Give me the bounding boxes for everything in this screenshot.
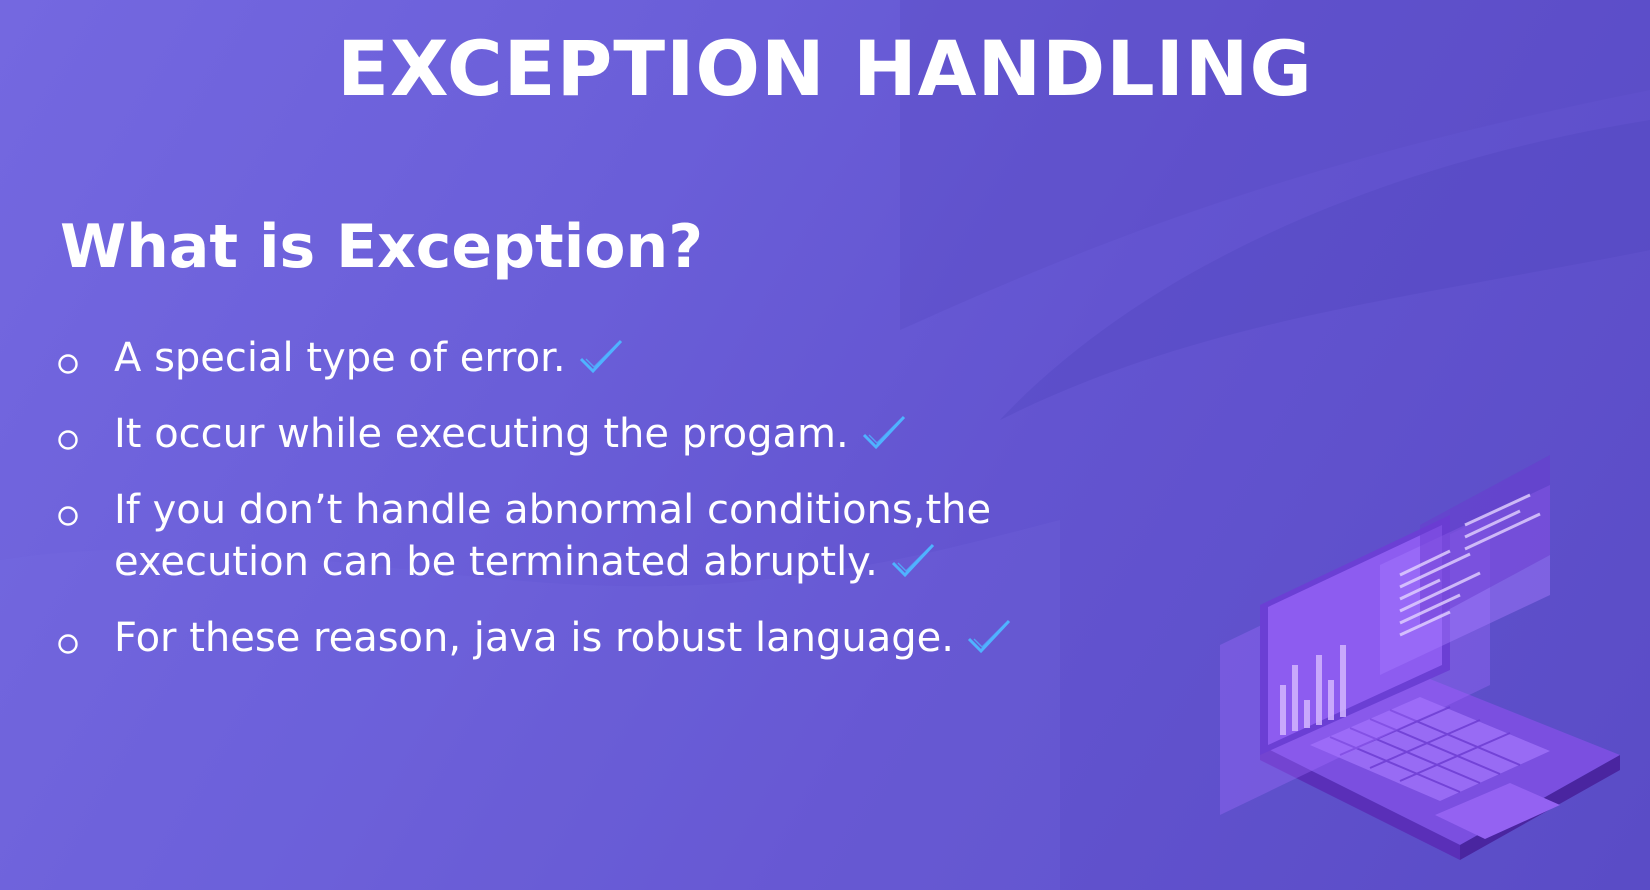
hollow-circle-icon	[58, 506, 78, 526]
bullet-list: A special type of error. It occur while …	[56, 332, 1012, 688]
hollow-circle-icon	[58, 634, 78, 654]
bullet-text: If you don’t handle abnormal conditions,…	[114, 487, 992, 585]
list-item: For these reason, java is robust languag…	[56, 612, 1012, 664]
hollow-circle-icon	[58, 430, 78, 450]
checkmark-icon	[967, 619, 1011, 654]
bullet-text: It occur while executing the progam.	[114, 411, 849, 457]
bullet-text: For these reason, java is robust languag…	[114, 615, 954, 661]
list-item: If you don’t handle abnormal conditions,…	[56, 484, 1012, 588]
laptop-illustration-icon	[1220, 455, 1620, 860]
checkmark-icon	[862, 415, 905, 450]
checkmark-icon	[891, 543, 934, 578]
checkmark-icon	[579, 339, 622, 374]
hollow-circle-icon	[58, 354, 78, 374]
slide-title: EXCEPTION HANDLING	[337, 24, 1313, 113]
bullet-text: A special type of error.	[114, 335, 566, 381]
list-item: A special type of error.	[56, 332, 1012, 384]
section-heading: What is Exception?	[60, 212, 704, 282]
list-item: It occur while executing the progam.	[56, 408, 1012, 460]
